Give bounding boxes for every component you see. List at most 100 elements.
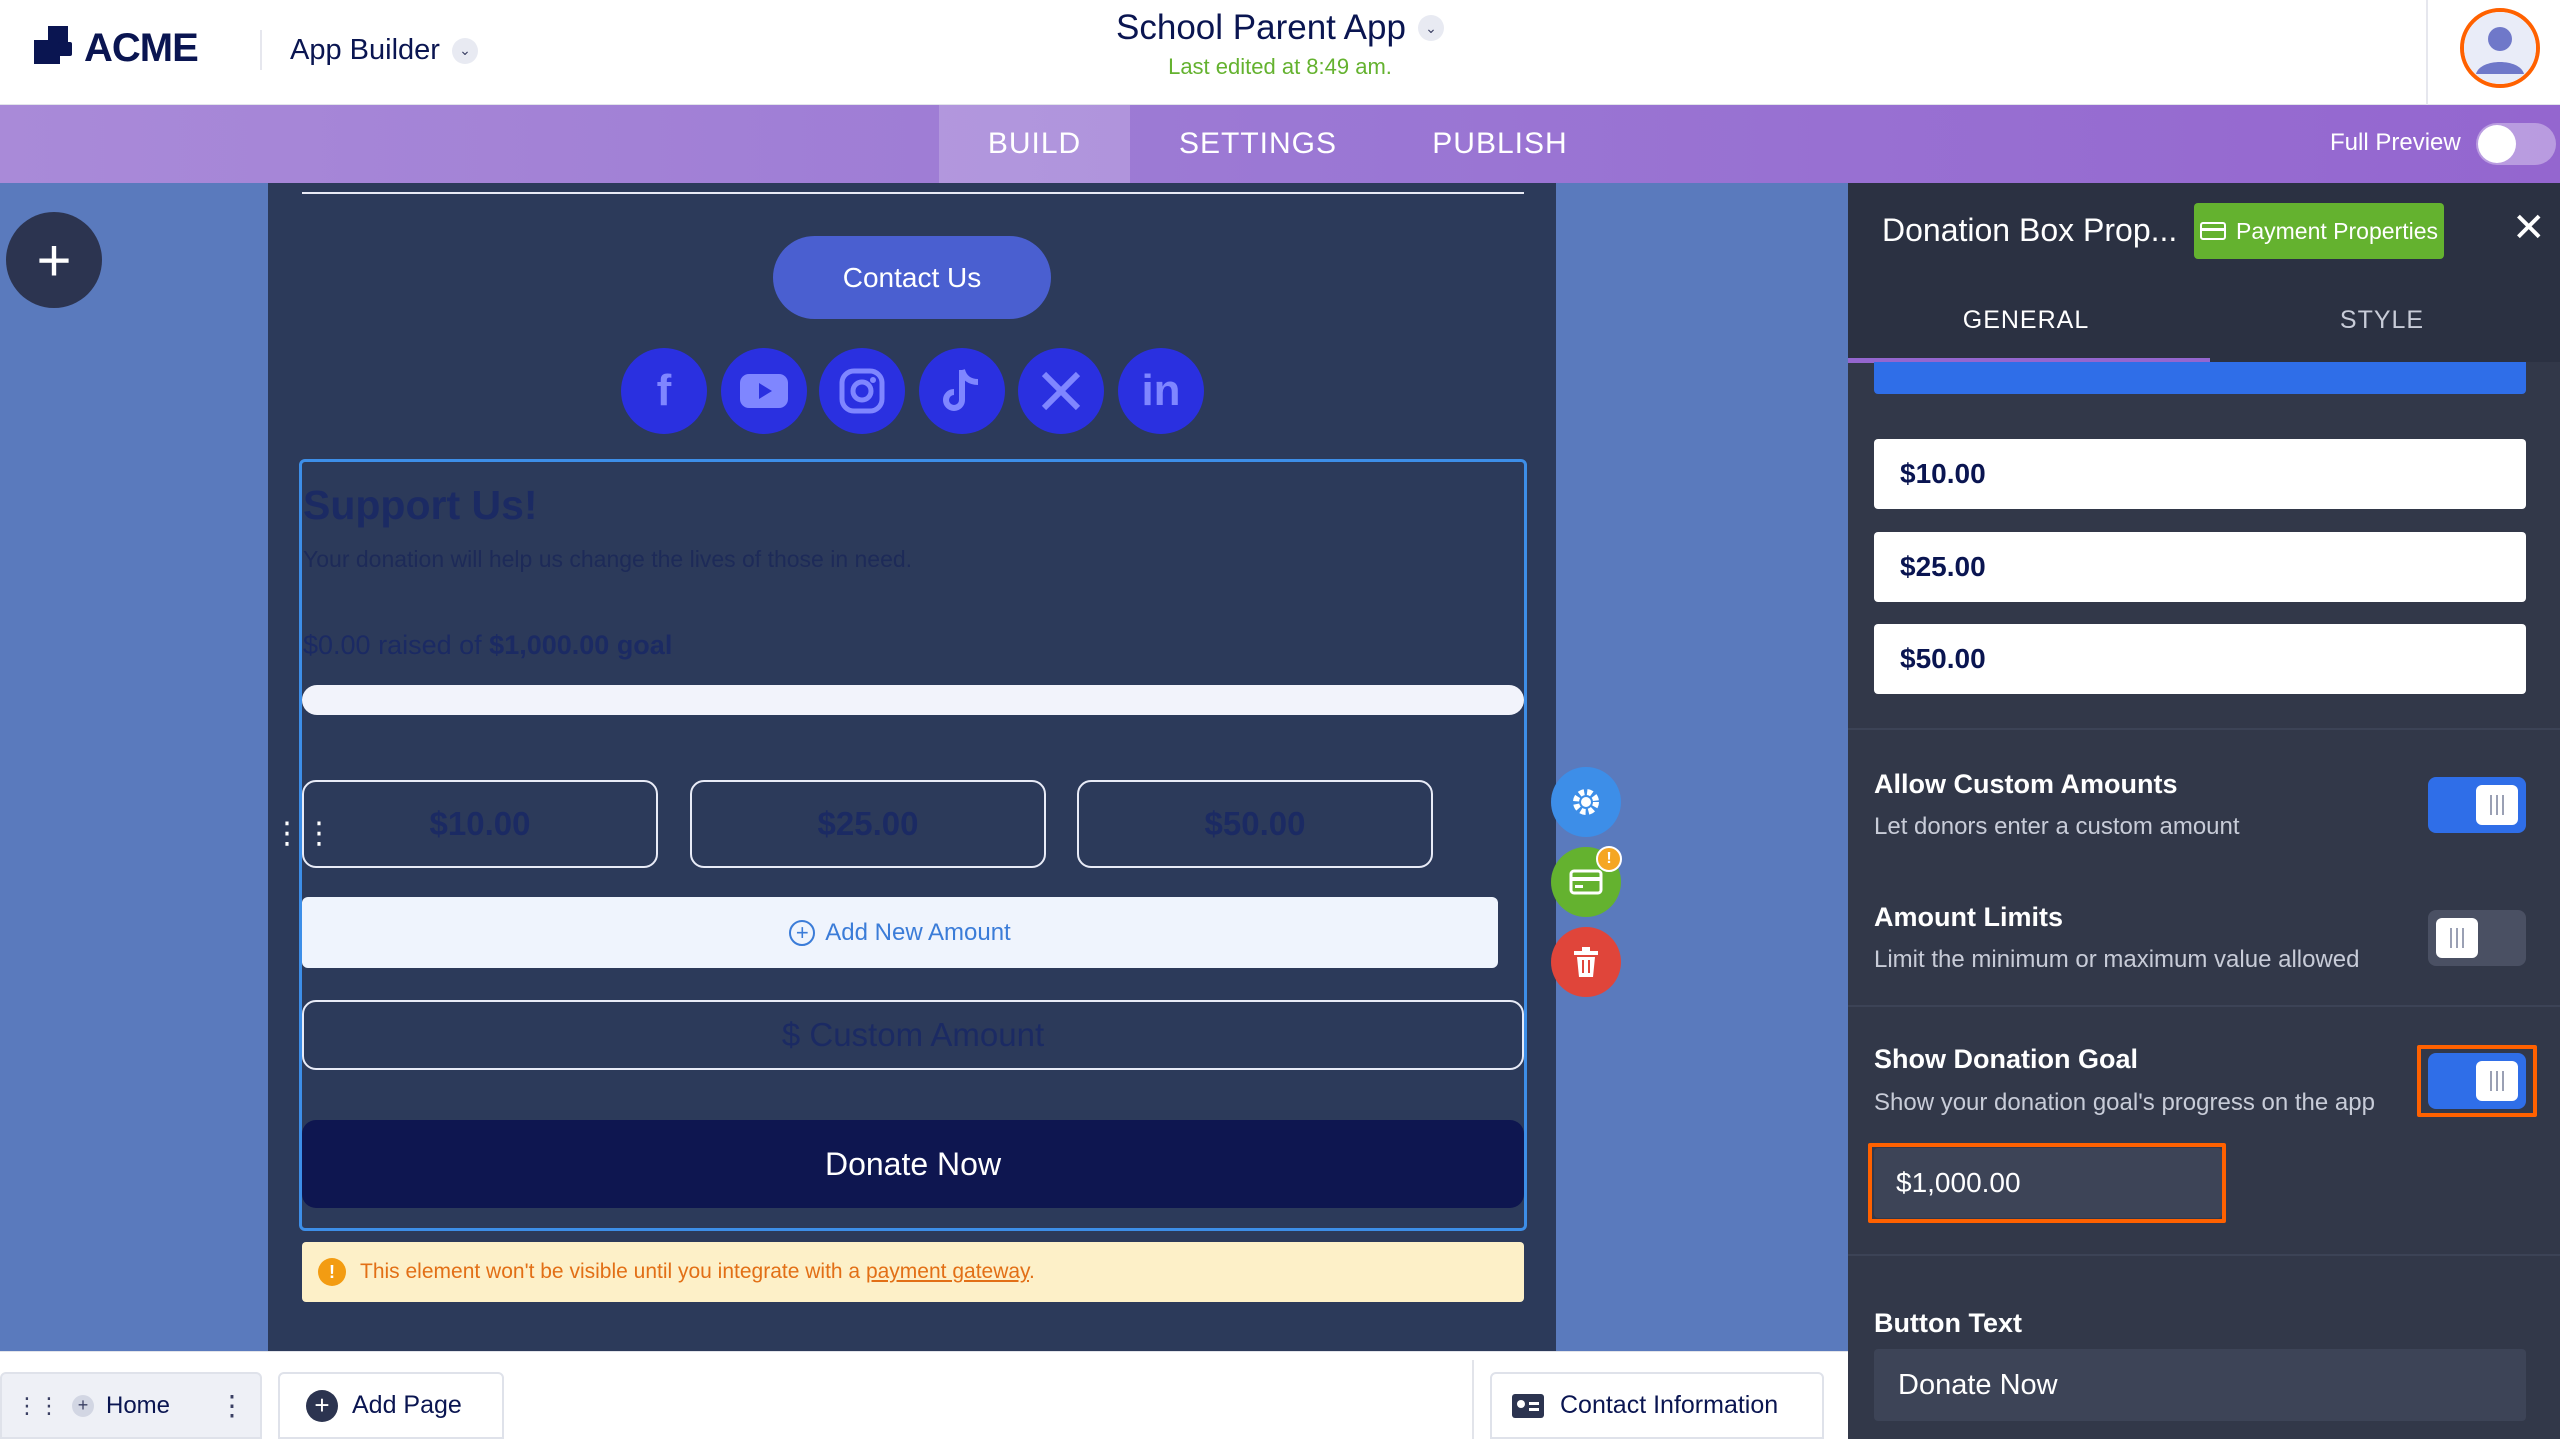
toggle-knob [2436, 918, 2478, 958]
app-builder-dropdown[interactable]: App Builder ⌄ [290, 34, 478, 67]
amount-option-button[interactable]: $25.00 [690, 780, 1046, 868]
tiktok-icon[interactable] [919, 348, 1005, 434]
chevron-down-icon: ⌄ [451, 37, 478, 64]
add-amount-panel-button[interactable] [1874, 362, 2526, 394]
warning-badge: ! [1596, 846, 1622, 872]
button-text-label: Button Text [1874, 1308, 2022, 1338]
allow-custom-amounts-title: Allow Custom Amounts [1874, 769, 2178, 799]
payment-warning-banner: ! This element won't be visible until yo… [302, 1242, 1524, 1302]
divider-line [302, 192, 1524, 194]
page-tab-home[interactable]: ⋮⋮ + Home ⋮ [0, 1372, 262, 1439]
warning-icon: ! [318, 1258, 346, 1286]
top-header: ACME App Builder ⌄ School Parent App ⌄ L… [0, 0, 2560, 105]
element-settings-button[interactable] [1551, 767, 1621, 837]
payment-gateway-link[interactable]: payment gateway [866, 1260, 1029, 1283]
instagram-icon[interactable] [819, 348, 905, 434]
panel-tabs: GENERAL STYLE [1848, 278, 2560, 362]
warning-suffix: . [1029, 1260, 1035, 1283]
gear-icon [1573, 789, 1599, 815]
toggle-knob [2478, 125, 2516, 163]
logo-text: ACME [84, 25, 199, 70]
amount-limits-title: Amount Limits [1874, 902, 2063, 932]
credit-card-icon [1569, 869, 1603, 895]
warning-text: This element won't be visible until you … [360, 1260, 1035, 1284]
x-icon[interactable] [1018, 348, 1104, 434]
amount-option-button[interactable]: $10.00 [302, 780, 658, 868]
tab-settings[interactable]: SETTINGS [1150, 105, 1366, 183]
header-divider-right [2426, 0, 2428, 105]
contact-information-label: Contact Information [1560, 1391, 1779, 1419]
more-options-icon[interactable]: ⋮ [218, 1389, 246, 1422]
show-donation-goal-desc: Show your donation goal's progress on th… [1874, 1089, 2375, 1116]
last-edited-status: Last edited at 8:49 am. [1168, 54, 1392, 79]
show-donation-goal-title: Show Donation Goal [1874, 1044, 2138, 1074]
amount-option-button[interactable]: $50.00 [1077, 780, 1433, 868]
warning-message: This element won't be visible until you … [360, 1260, 861, 1283]
contact-us-button[interactable]: Contact Us [773, 236, 1051, 319]
app-title: School Parent App [1116, 8, 1406, 47]
contact-information-button[interactable]: Contact Information [1490, 1372, 1824, 1439]
youtube-icon[interactable] [721, 348, 807, 434]
donation-goal-input[interactable]: $1,000.00 [1874, 1148, 2222, 1218]
payment-properties-button[interactable]: Payment Properties [2194, 203, 2444, 259]
full-preview-label: Full Preview [2330, 129, 2461, 156]
panel-divider [1848, 1254, 2560, 1256]
amount-field[interactable]: $25.00 [1874, 532, 2526, 602]
payment-properties-label: Payment Properties [2236, 217, 2438, 244]
show-donation-goal-toggle[interactable] [2428, 1053, 2526, 1109]
app-title-dropdown[interactable]: School Parent App ⌄ [1116, 8, 1444, 48]
plus-circle-icon: + [306, 1389, 338, 1422]
close-icon[interactable]: ✕ [2512, 208, 2546, 248]
add-element-button[interactable]: + [6, 212, 102, 308]
amount-limits-toggle[interactable] [2428, 910, 2526, 966]
tab-style[interactable]: STYLE [2204, 278, 2560, 362]
toggle-knob [2476, 1061, 2518, 1101]
donation-subtitle: Your donation will help us change the li… [303, 546, 913, 572]
amount-field[interactable]: $50.00 [1874, 624, 2526, 694]
add-page-button[interactable]: + Add Page [278, 1372, 504, 1439]
app-builder-label: App Builder [290, 34, 440, 66]
delete-element-button[interactable] [1551, 927, 1621, 997]
contact-card-icon [1512, 1393, 1544, 1418]
plus-icon: + [72, 1394, 94, 1417]
credit-card-icon [2200, 222, 2226, 240]
tab-publish[interactable]: PUBLISH [1386, 105, 1614, 183]
add-new-amount-label: Add New Amount [825, 918, 1011, 946]
donation-progress-bar [302, 685, 1524, 715]
pages-bar-divider [1472, 1360, 1474, 1439]
trash-icon [1574, 947, 1598, 977]
panel-divider [1848, 1005, 2560, 1007]
user-avatar-icon [2464, 12, 2536, 84]
linkedin-icon[interactable]: in [1118, 348, 1204, 434]
raised-amount: $0.00 [303, 630, 371, 660]
custom-amount-input[interactable]: $ Custom Amount [302, 1000, 1524, 1070]
amount-limits-desc: Limit the minimum or maximum value allow… [1874, 946, 2360, 973]
panel-title: Donation Box Prop... [1882, 212, 2178, 248]
app-title-area: School Parent App ⌄ Last edited at 8:49 … [1000, 8, 1560, 80]
goal-text: goal [616, 630, 673, 660]
allow-custom-amounts-toggle[interactable] [2428, 777, 2526, 833]
amount-field[interactable]: $10.00 [1874, 439, 2526, 509]
button-text-input[interactable]: Donate Now [1874, 1349, 2526, 1421]
avatar[interactable] [2460, 8, 2540, 88]
toggle-knob [2476, 785, 2518, 825]
acme-logo[interactable]: ACME [34, 24, 199, 72]
plus-icon: + [36, 226, 72, 294]
plus-circle-icon: + [789, 919, 816, 946]
facebook-icon[interactable]: f [621, 348, 707, 434]
donate-now-button[interactable]: Donate Now [302, 1120, 1524, 1208]
panel-divider [1848, 728, 2560, 730]
header-divider [260, 30, 262, 70]
tab-general[interactable]: GENERAL [1848, 278, 2204, 362]
add-new-amount-button[interactable]: + Add New Amount [302, 897, 1498, 968]
logo-mark-icon [34, 26, 78, 70]
builder-nav: BUILD SETTINGS PUBLISH Full Preview [0, 105, 2560, 183]
page-home-label: Home [106, 1391, 171, 1419]
chevron-down-icon: ⌄ [1417, 15, 1444, 41]
tab-build[interactable]: BUILD [939, 105, 1130, 183]
full-preview-toggle[interactable] [2476, 123, 2556, 165]
drag-handle-icon[interactable]: ⋮⋮ [16, 1393, 60, 1419]
raised-text: raised of [378, 630, 482, 660]
add-page-label: Add Page [352, 1391, 462, 1419]
donation-progress-text: $0.00 raised of $1,000.00 goal [303, 630, 672, 661]
